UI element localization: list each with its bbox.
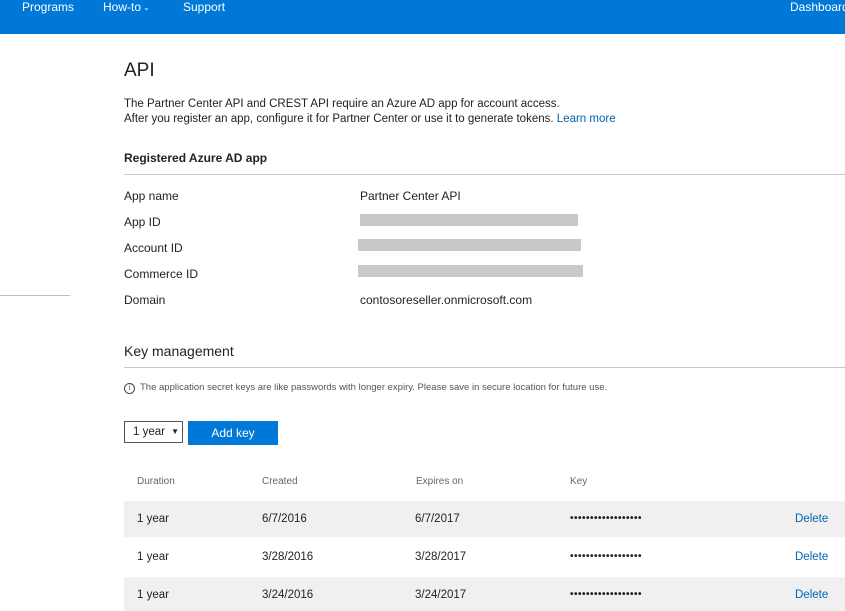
row-created: 3/24/2016 bbox=[262, 589, 314, 601]
nav-dashboard[interactable]: Dashboard bbox=[790, 0, 845, 14]
row-duration: 1 year bbox=[137, 589, 169, 601]
top-navigation-bar: Programs How-to ⌄ Support Dashboard bbox=[0, 0, 845, 34]
table-row: 1 year 6/7/2016 6/7/2017 •••••••••••••••… bbox=[124, 501, 845, 537]
page-title: API bbox=[124, 60, 155, 81]
key-management-divider bbox=[124, 367, 845, 368]
left-panel-divider bbox=[0, 295, 70, 296]
nav-howto-label: How-to bbox=[103, 0, 142, 14]
account-id-redacted-value bbox=[358, 239, 581, 251]
app-name-label: App name bbox=[124, 189, 179, 203]
row-duration: 1 year bbox=[137, 551, 169, 563]
chevron-down-icon: ⌄ bbox=[143, 3, 150, 12]
info-icon: i bbox=[124, 383, 135, 394]
nav-howto[interactable]: How-to ⌄ bbox=[103, 0, 150, 15]
commerce-id-redacted-value bbox=[358, 265, 583, 277]
duration-select-value: 1 year bbox=[133, 426, 165, 438]
learn-more-link[interactable]: Learn more bbox=[557, 113, 616, 125]
page-description: The Partner Center API and CREST API req… bbox=[124, 97, 616, 127]
add-key-button[interactable]: Add key bbox=[188, 421, 278, 445]
column-header-key: Key bbox=[570, 476, 588, 487]
key-management-info-text: The application secret keys are like pas… bbox=[140, 382, 608, 393]
row-duration: 1 year bbox=[137, 513, 169, 525]
registered-app-heading: Registered Azure AD app bbox=[124, 151, 268, 165]
column-header-created: Created bbox=[262, 476, 298, 487]
delete-key-link[interactable]: Delete bbox=[795, 589, 828, 601]
nav-support[interactable]: Support bbox=[183, 0, 225, 14]
row-key-masked: •••••••••••••••••• bbox=[570, 589, 643, 600]
description-line-1: The Partner Center API and CREST API req… bbox=[124, 98, 560, 110]
table-row: 1 year 3/28/2016 3/28/2017 •••••••••••••… bbox=[124, 539, 845, 575]
key-management-heading: Key management bbox=[124, 343, 234, 359]
key-management-info: i The application secret keys are like pa… bbox=[124, 382, 607, 394]
domain-label: Domain bbox=[124, 293, 166, 307]
description-line-2-text: After you register an app, configure it … bbox=[124, 113, 554, 125]
description-line-2: After you register an app, configure it … bbox=[124, 112, 616, 127]
row-expires: 3/24/2017 bbox=[415, 589, 467, 601]
row-created: 6/7/2016 bbox=[262, 513, 307, 525]
row-key-masked: •••••••••••••••••• bbox=[570, 551, 643, 562]
row-created: 3/28/2016 bbox=[262, 551, 314, 563]
app-name-value: Partner Center API bbox=[360, 189, 461, 203]
delete-key-link[interactable]: Delete bbox=[795, 551, 828, 563]
delete-key-link[interactable]: Delete bbox=[795, 513, 828, 525]
column-header-expires: Expires on bbox=[416, 476, 464, 487]
app-id-label: App ID bbox=[124, 215, 161, 229]
commerce-id-label: Commerce ID bbox=[124, 267, 199, 281]
row-expires: 6/7/2017 bbox=[415, 513, 460, 525]
domain-value: contosoreseller.onmicrosoft.com bbox=[360, 293, 533, 307]
duration-select[interactable]: 1 year ▼ bbox=[124, 421, 183, 443]
dropdown-arrow-icon: ▼ bbox=[171, 427, 179, 436]
row-key-masked: •••••••••••••••••• bbox=[570, 513, 643, 524]
account-id-label: Account ID bbox=[124, 241, 183, 255]
column-header-duration: Duration bbox=[137, 476, 175, 487]
row-expires: 3/28/2017 bbox=[415, 551, 467, 563]
registered-app-divider bbox=[124, 174, 845, 175]
app-id-redacted-value bbox=[360, 214, 578, 226]
nav-programs[interactable]: Programs bbox=[22, 0, 74, 14]
table-row: 1 year 3/24/2016 3/24/2017 •••••••••••••… bbox=[124, 577, 845, 611]
